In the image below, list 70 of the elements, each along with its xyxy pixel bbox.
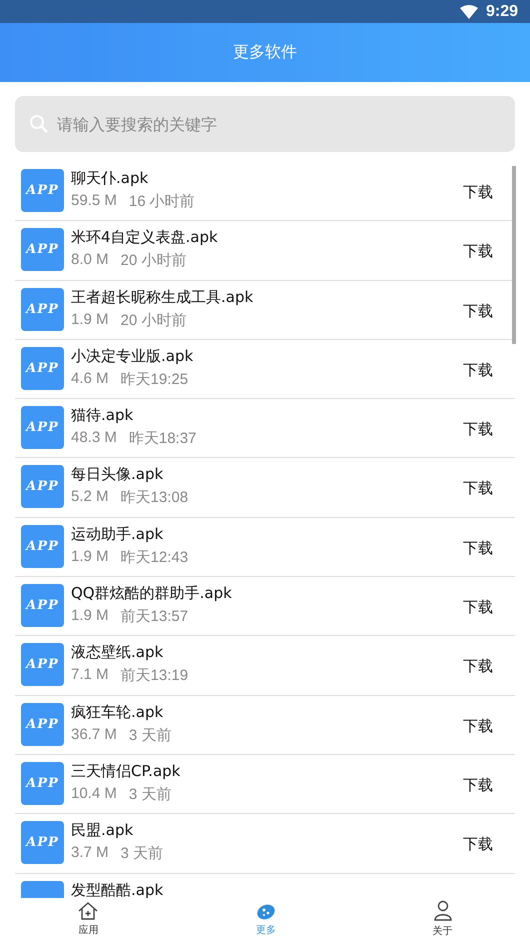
- app-size: 4.6 M: [71, 370, 109, 389]
- app-size: 1.9 M: [71, 310, 109, 330]
- app-name: QQ群炫酷的群助手.apk: [71, 584, 233, 604]
- home-icon: [77, 901, 100, 921]
- nav-tab[interactable]: 应用: [69, 898, 108, 940]
- app-name: 液态壁纸.apk: [71, 643, 164, 662]
- app-name: 聊天仆.apk: [71, 169, 150, 188]
- download-button[interactable]: 下载: [459, 831, 497, 858]
- wifi-icon: [460, 4, 478, 18]
- download-button[interactable]: 下载: [459, 534, 497, 562]
- app-time: 3 天前: [128, 726, 172, 745]
- search-field[interactable]: 请输入要搜索的关键字: [15, 96, 515, 152]
- header-title: 更多软件: [233, 42, 297, 63]
- app-time: 昨天18:37: [128, 429, 196, 448]
- app-icon-text: APP: [26, 183, 59, 198]
- app-icon-text: APP: [26, 302, 59, 317]
- app-name: 每日头像.apk: [71, 465, 164, 484]
- app-time: 昨天19:25: [120, 370, 188, 389]
- app-size: 5.2 M: [71, 488, 109, 508]
- download-button[interactable]: 下载: [459, 772, 497, 799]
- app-time: 16 小时前: [128, 192, 195, 211]
- app-icon-text: APP: [26, 716, 59, 732]
- download-button[interactable]: 下载: [459, 356, 497, 384]
- download-button[interactable]: 下载: [459, 653, 497, 680]
- app-size: 1.9 M: [71, 548, 109, 567]
- person-icon: [432, 900, 453, 922]
- app-size: 8.0 M: [71, 251, 109, 270]
- download-button[interactable]: 下载: [459, 475, 497, 502]
- app-name: 民盟.apk: [71, 821, 134, 840]
- search-icon: [29, 114, 49, 134]
- app-icon-text: APP: [26, 657, 59, 672]
- app-name: 三天情侣CP.apk: [71, 762, 182, 781]
- app-icon-text: APP: [26, 835, 59, 850]
- app-name: 米环4自定义表盘.apk: [71, 228, 219, 248]
- app-size: 36.7 M: [71, 726, 117, 745]
- download-button[interactable]: 下载: [459, 238, 497, 266]
- app-size: 1.9 M: [71, 607, 109, 626]
- app-size: 48.3 M: [71, 429, 117, 448]
- app-time: 前天13:19: [120, 666, 188, 686]
- app-name: 猫待.apk: [71, 406, 134, 426]
- app-size: 59.5 M: [71, 192, 117, 211]
- app-name: 运动助手.apk: [71, 524, 164, 544]
- app-icon-text: APP: [26, 360, 59, 376]
- app-name: 发型酷酷.apk: [71, 880, 164, 898]
- app-size: 3.7 M: [71, 844, 109, 864]
- app-time: 昨天13:08: [120, 488, 188, 508]
- app-time: 前天13:57: [120, 607, 188, 626]
- app-icon-text: APP: [26, 479, 59, 494]
- app-time: 3 天前: [128, 784, 172, 804]
- app-time: 3 天前: [120, 844, 164, 864]
- download-button[interactable]: 下载: [459, 594, 497, 622]
- app-time: 昨天12:43: [120, 548, 188, 567]
- download-button[interactable]: 下载: [459, 712, 497, 740]
- download-button[interactable]: 下载: [459, 179, 497, 206]
- app-icon-text: APP: [26, 538, 59, 554]
- app-icon-text: APP: [26, 776, 59, 791]
- app-icon-text: APP: [26, 242, 59, 258]
- app-size: 10.4 M: [71, 784, 117, 804]
- app-time: 20 小时前: [120, 310, 186, 330]
- app-name: 王者超长昵称生成工具.apk: [71, 288, 254, 307]
- download-button[interactable]: 下载: [459, 416, 497, 444]
- app-size: 7.1 M: [71, 666, 109, 686]
- download-button[interactable]: 下载: [459, 298, 497, 325]
- app-icon-text: APP: [26, 420, 59, 436]
- app-name: 疯狂车轮.apk: [71, 702, 164, 722]
- nav-tab[interactable]: 关于: [424, 898, 461, 940]
- app-icon-text: APP: [26, 598, 59, 614]
- app-name: 小决定专业版.apk: [71, 346, 194, 366]
- status-time: 9:29: [486, 2, 518, 20]
- app-time: 20 小时前: [120, 251, 186, 270]
